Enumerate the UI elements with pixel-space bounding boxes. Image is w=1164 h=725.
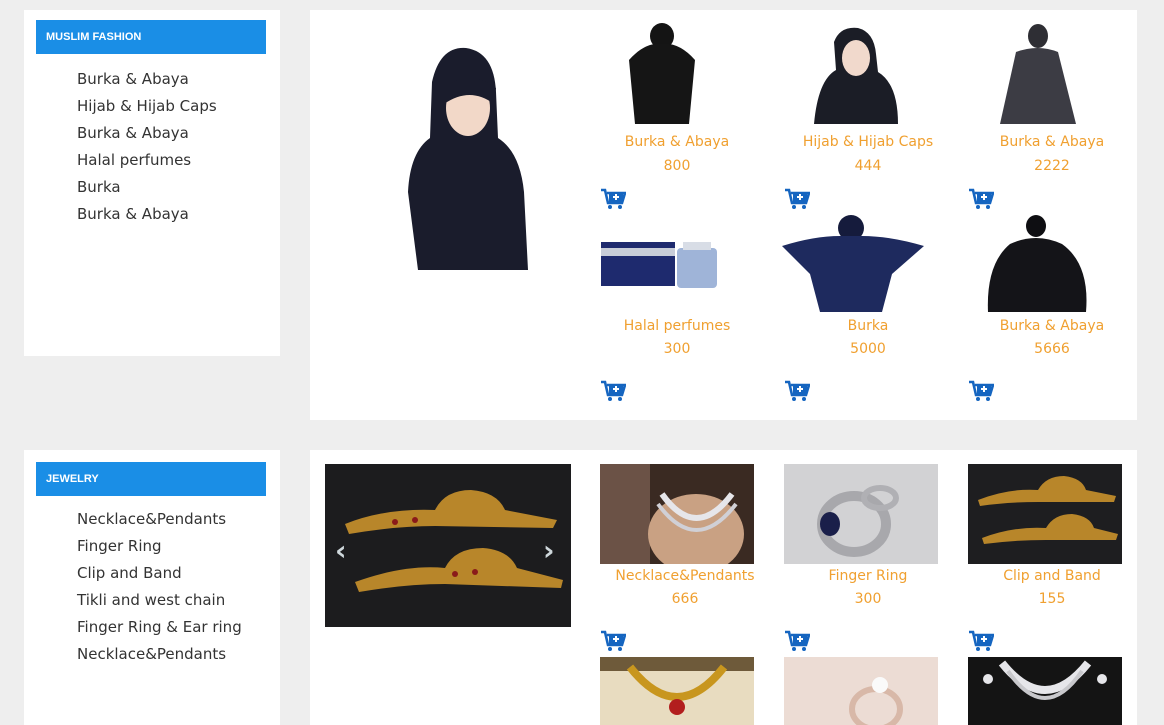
jewelry-products-panel: ‹ › Necklace&Pendants 666 Finger Ring 30… (310, 450, 1137, 725)
chevron-left-icon[interactable]: ‹ (335, 534, 347, 567)
product-price: 300 (663, 341, 691, 357)
product-price: 666 (671, 591, 699, 607)
category-link[interactable]: Burka (77, 174, 217, 201)
product-name[interactable]: Hijab & Hijab Caps (776, 134, 960, 150)
category-link[interactable]: Clip and Band (77, 560, 242, 587)
category-link[interactable]: Necklace&Pendants (77, 641, 242, 668)
product-image-gold-necklace[interactable] (600, 657, 754, 725)
product-image-black-abaya[interactable] (958, 214, 1112, 312)
add-to-cart-icon[interactable] (968, 630, 994, 652)
product-image-diamond-necklace[interactable] (968, 657, 1122, 725)
product-name[interactable]: Halal perfumes (585, 318, 769, 334)
add-to-cart-icon[interactable] (600, 380, 626, 402)
category-link[interactable]: Hijab & Hijab Caps (77, 93, 217, 120)
add-to-cart-icon[interactable] (600, 188, 626, 210)
product-image-grey-abaya[interactable] (958, 20, 1112, 124)
product-image-gold-clip[interactable] (968, 464, 1122, 564)
add-to-cart-icon[interactable] (784, 188, 810, 210)
product-price: 300 (854, 591, 882, 607)
carousel-image-gold-clip (345, 490, 563, 592)
muslim-fashion-category-list: Burka & Abaya Hijab & Hijab Caps Burka &… (77, 66, 217, 228)
product-image-navy-burka[interactable] (774, 214, 928, 312)
product-name[interactable]: Necklace&Pendants (593, 568, 777, 584)
muslim-fashion-products-panel: Burka & Abaya 800 Hijab & Hijab Caps 444… (310, 10, 1137, 420)
product-price: 155 (1038, 591, 1066, 607)
featured-hijab-image[interactable] (370, 42, 528, 270)
product-price: 2222 (1034, 158, 1070, 174)
product-name[interactable]: Burka & Abaya (585, 134, 769, 150)
category-link[interactable]: Halal perfumes (77, 147, 217, 174)
add-to-cart-icon[interactable] (968, 380, 994, 402)
chevron-right-icon[interactable]: › (543, 534, 555, 567)
product-image-sapphire-ring[interactable] (784, 464, 938, 564)
product-image-perfume[interactable] (585, 214, 739, 312)
category-link[interactable]: Burka & Abaya (77, 120, 217, 147)
jewelry-heading[interactable]: JEWELRY (36, 462, 266, 496)
product-name[interactable]: Finger Ring (776, 568, 960, 584)
product-image-diamond-ring[interactable] (784, 657, 938, 725)
category-link[interactable]: Tikli and west chain (77, 587, 242, 614)
muslim-fashion-sidebar: MUSLIM FASHION Burka & Abaya Hijab & Hij… (24, 10, 280, 356)
product-image-black-burka[interactable] (585, 20, 739, 124)
add-to-cart-icon[interactable] (968, 188, 994, 210)
add-to-cart-icon[interactable] (600, 630, 626, 652)
category-link[interactable]: Burka & Abaya (77, 201, 217, 228)
category-link[interactable]: Necklace&Pendants (77, 506, 242, 533)
product-price: 5000 (850, 341, 886, 357)
muslim-fashion-heading[interactable]: MUSLIM FASHION (36, 20, 266, 54)
product-price: 444 (854, 158, 882, 174)
product-name[interactable]: Burka & Abaya (960, 134, 1144, 150)
product-name[interactable]: Clip and Band (960, 568, 1144, 584)
product-image-hijab[interactable] (774, 20, 928, 124)
featured-carousel[interactable]: ‹ › (325, 464, 571, 627)
category-link[interactable]: Finger Ring (77, 533, 242, 560)
product-name[interactable]: Burka (776, 318, 960, 334)
jewelry-category-list: Necklace&Pendants Finger Ring Clip and B… (77, 506, 242, 668)
jewelry-sidebar: JEWELRY Necklace&Pendants Finger Ring Cl… (24, 450, 280, 725)
product-image-silver-necklace[interactable] (600, 464, 754, 564)
category-link[interactable]: Burka & Abaya (77, 66, 217, 93)
category-link[interactable]: Finger Ring & Ear ring (77, 614, 242, 641)
add-to-cart-icon[interactable] (784, 630, 810, 652)
product-name[interactable]: Burka & Abaya (960, 318, 1144, 334)
add-to-cart-icon[interactable] (784, 380, 810, 402)
product-price: 5666 (1034, 341, 1070, 357)
product-price: 800 (663, 158, 691, 174)
